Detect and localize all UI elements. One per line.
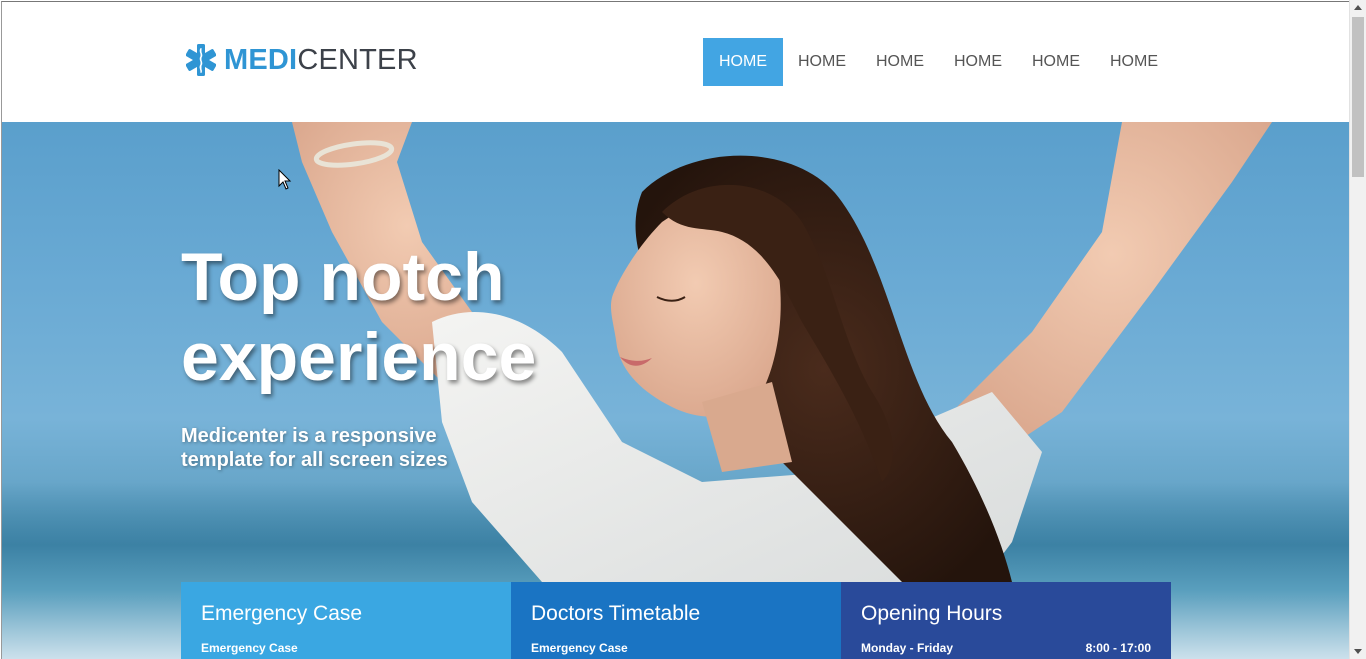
nav-item-home-2[interactable]: HOME [783, 38, 861, 86]
hero-slider: Top notch experience Medicenter is a res… [2, 122, 1349, 659]
site-logo[interactable]: MEDICENTER [186, 42, 418, 78]
hero-subtitle: Medicenter is a responsive template for … [181, 425, 448, 471]
logo-text: MEDICENTER [224, 42, 418, 78]
mouse-cursor-icon [278, 169, 292, 190]
star-of-life-icon [186, 44, 216, 76]
box-line-right: 8:00 - 17:00 [1085, 641, 1151, 655]
main-navigation: HOME HOME HOME HOME HOME HOME [703, 38, 1173, 86]
box-line: Emergency Case [201, 641, 491, 655]
box-line-left: Emergency Case [531, 641, 628, 655]
scrollbar-thumb[interactable] [1352, 17, 1364, 177]
logo-text-center: CENTER [297, 44, 418, 76]
box-opening-hours[interactable]: Opening Hours Monday - Friday 8:00 - 17:… [841, 582, 1171, 659]
logo-text-medi: MEDI [224, 44, 298, 76]
nav-item-home-5[interactable]: HOME [1017, 38, 1095, 86]
scroll-up-arrow-icon[interactable] [1350, 0, 1366, 16]
box-line-left: Monday - Friday [861, 641, 954, 655]
browser-viewport: MEDICENTER HOME HOME HOME HOME HOME HOME [0, 0, 1366, 659]
box-doctors-timetable[interactable]: Doctors Timetable Emergency Case [511, 582, 841, 659]
box-line: Monday - Friday 8:00 - 17:00 [861, 641, 1151, 655]
hero-title: Top notch experience [181, 239, 537, 395]
info-boxes: Emergency Case Emergency Case Doctors Ti… [181, 582, 1171, 659]
nav-item-home-6[interactable]: HOME [1095, 38, 1173, 86]
site-header: MEDICENTER HOME HOME HOME HOME HOME HOME [2, 2, 1349, 122]
web-page: MEDICENTER HOME HOME HOME HOME HOME HOME [1, 1, 1349, 659]
nav-item-home-4[interactable]: HOME [939, 38, 1017, 86]
nav-item-home-1[interactable]: HOME [703, 38, 783, 86]
vertical-scrollbar[interactable] [1349, 0, 1366, 659]
box-emergency-case[interactable]: Emergency Case Emergency Case [181, 582, 511, 659]
scroll-down-arrow-icon[interactable] [1350, 643, 1366, 659]
box-title: Opening Hours [861, 602, 1003, 625]
box-line: Emergency Case [531, 641, 821, 655]
nav-item-home-3[interactable]: HOME [861, 38, 939, 86]
box-line-left: Emergency Case [201, 641, 298, 655]
box-title: Emergency Case [201, 602, 363, 625]
box-title: Doctors Timetable [531, 602, 701, 625]
